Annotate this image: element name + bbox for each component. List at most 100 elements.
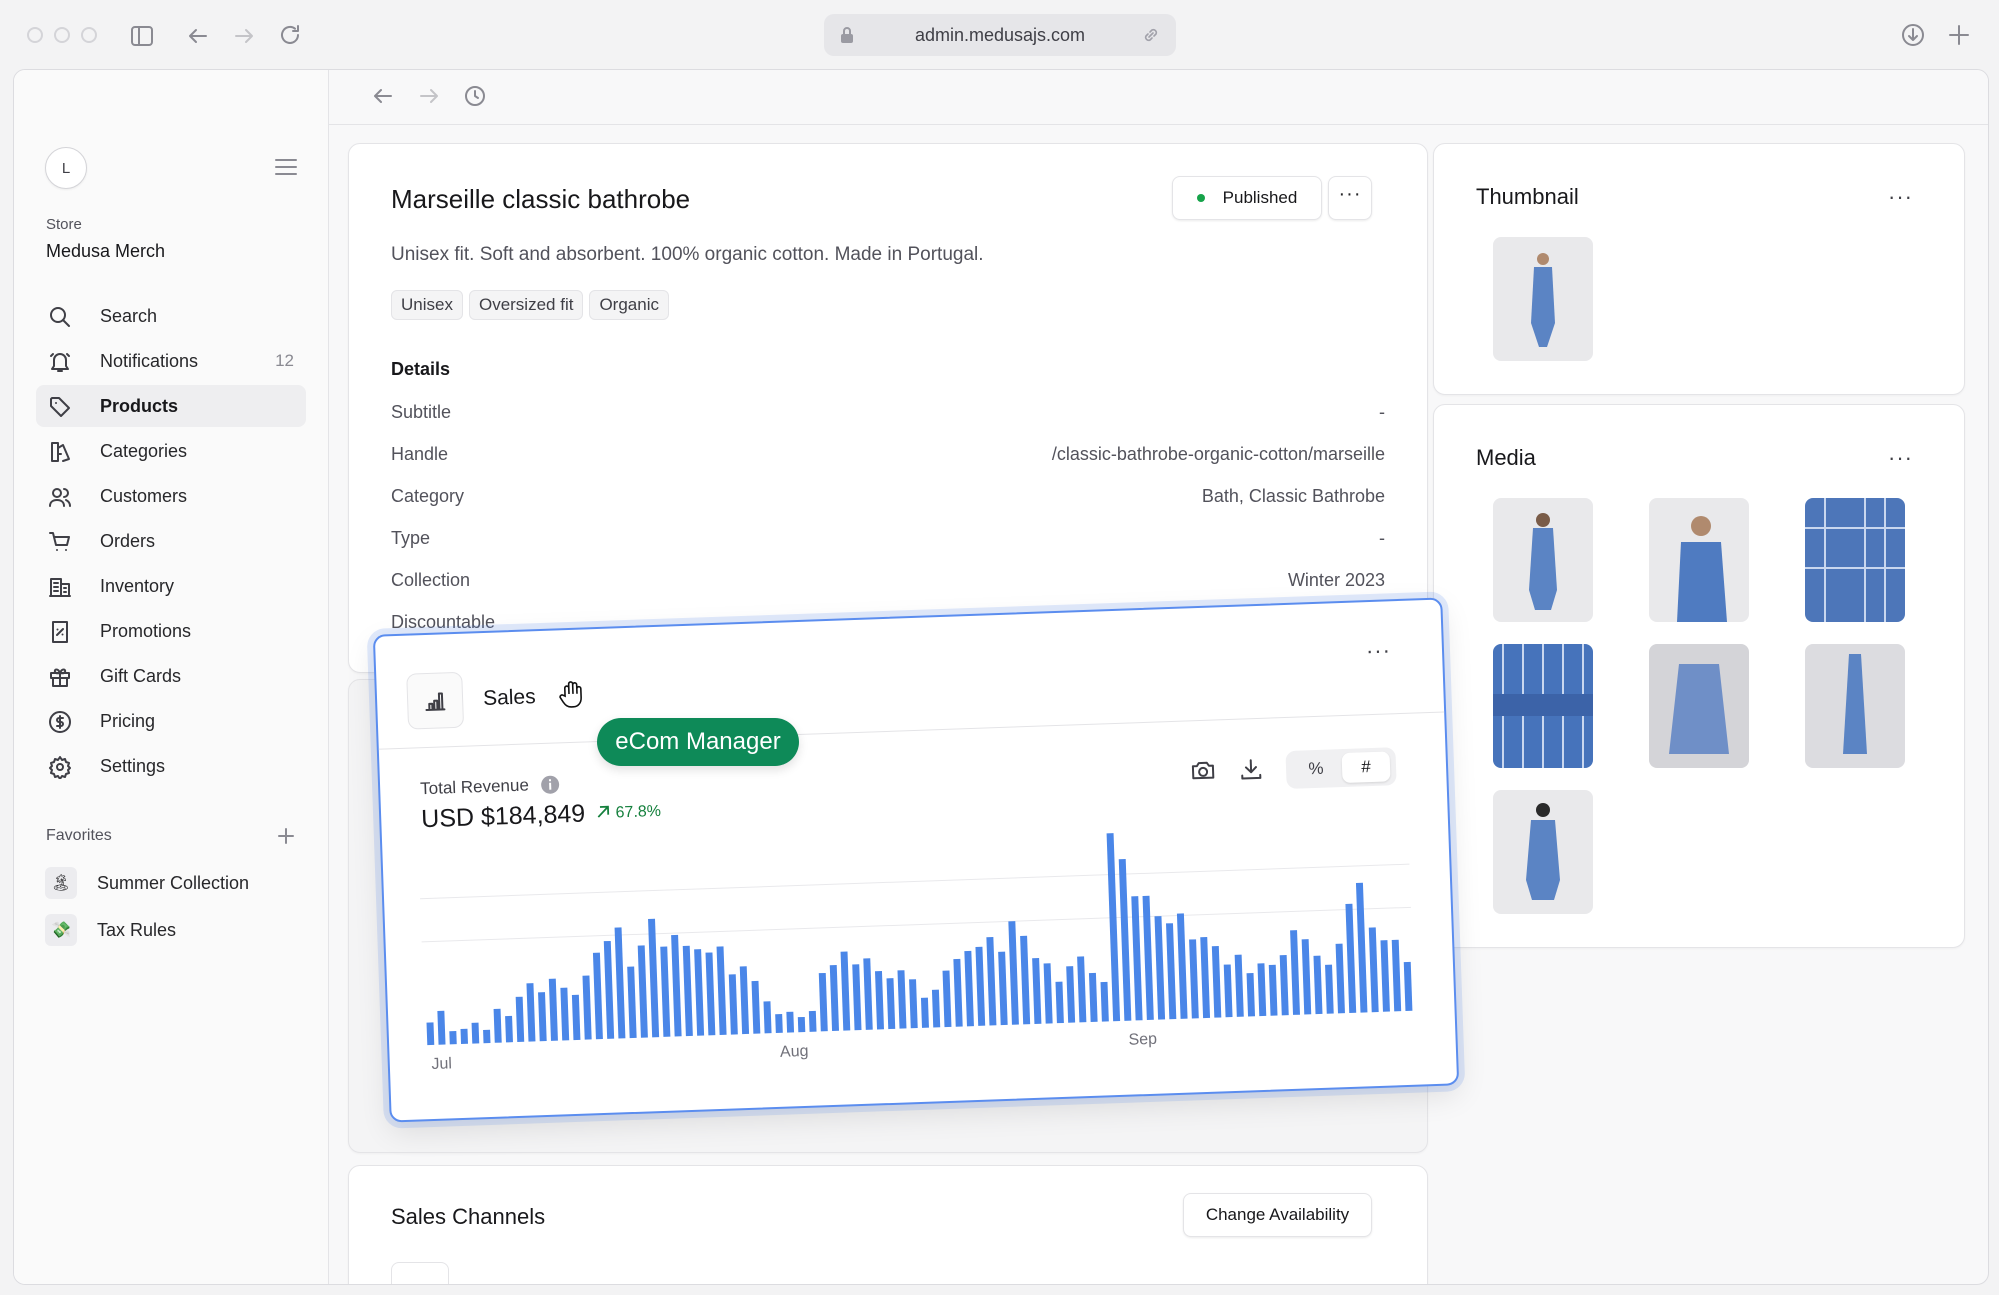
chart-bar[interactable] [671,934,682,1037]
chart-bar[interactable] [1403,961,1413,1012]
chart-bar[interactable] [592,952,603,1040]
tag-chip[interactable]: Oversized fit [468,290,584,320]
sidebar-item-inventory[interactable]: Inventory [36,565,306,607]
reload-icon[interactable] [278,23,302,47]
history-icon[interactable] [463,84,487,108]
chart-bar[interactable] [582,975,592,1040]
more-icon[interactable]: ··· [1888,447,1913,469]
media-image[interactable] [1493,790,1593,914]
chart-bar[interactable] [548,978,558,1041]
chart-bar[interactable] [648,918,660,1038]
chart-bar[interactable] [1223,964,1233,1018]
chart-bar[interactable] [1176,913,1188,1019]
back-arrow-icon[interactable] [371,84,395,108]
window-minimize-button[interactable] [54,27,70,43]
chart-bar[interactable] [1131,896,1143,1021]
chart-bar[interactable] [739,966,750,1035]
chart-bar[interactable] [1106,833,1121,1022]
media-image[interactable] [1493,644,1593,768]
tag-chip[interactable]: Unisex [391,290,463,320]
chart-bar[interactable] [1055,981,1064,1024]
chart-bar[interactable] [483,1029,491,1044]
favorite-summer-collection[interactable]: 🏝 Summer Collection [45,863,305,903]
address-bar[interactable]: admin.medusajs.com [824,14,1176,56]
chart-bar[interactable] [1246,973,1256,1017]
sidebar-item-notifications[interactable]: Notifications 12 [36,340,306,382]
chart-bar[interactable] [705,952,716,1036]
media-image[interactable] [1649,644,1749,768]
chart-bar[interactable] [1211,946,1222,1018]
link-icon[interactable] [1142,26,1160,44]
chart-bar[interactable] [515,996,525,1043]
chart-bar[interactable] [920,997,929,1028]
chart-bar[interactable] [840,951,851,1031]
window-zoom-button[interactable] [81,27,97,43]
chart-bar[interactable] [694,949,705,1036]
chart-bar[interactable] [637,945,648,1038]
chart-bar[interactable] [1325,964,1334,1014]
back-arrow-icon[interactable] [186,24,210,48]
chart-bar[interactable] [931,989,941,1028]
chart-bar[interactable] [1279,954,1289,1016]
chart-bar[interactable] [1077,956,1087,1023]
chart-bar[interactable] [460,1028,468,1044]
chart-bar[interactable] [505,1015,513,1043]
chart-bar[interactable] [1066,966,1076,1023]
sidebar-item-gift-cards[interactable]: Gift Cards [36,655,306,697]
forward-arrow-icon[interactable] [417,84,441,108]
chart-bar[interactable] [571,994,581,1041]
chart-bar[interactable] [797,1016,806,1033]
chart-bar[interactable] [829,965,840,1032]
chart-bar[interactable] [728,974,738,1035]
chart-bar[interactable] [1154,916,1166,1020]
sales-widget[interactable]: Sales ··· Total Revenue USD $184,849 67.… [372,597,1460,1123]
sidebar-item-promotions[interactable]: Promotions [36,610,306,652]
favorite-tax-rules[interactable]: 💸 Tax Rules [45,910,305,950]
status-badge[interactable]: Published [1172,176,1322,220]
chart-bar[interactable] [852,964,862,1031]
tag-chip[interactable]: Organic [589,290,669,320]
chart-bar[interactable] [1008,921,1019,1025]
chart-bar[interactable] [1345,903,1357,1013]
chart-bar[interactable] [1032,957,1042,1024]
chart-bar[interactable] [449,1030,457,1045]
chart-bar[interactable] [975,946,986,1026]
chart-bar[interactable] [1088,972,1098,1023]
chart-bar[interactable] [1268,964,1278,1016]
toggle-number[interactable]: # [1341,751,1391,784]
thumbnail-image[interactable] [1493,237,1593,361]
chart-bar[interactable] [986,936,997,1026]
product-actions-button[interactable]: ··· [1328,176,1372,220]
chart-bar[interactable] [1290,930,1300,1015]
chart-bar[interactable] [897,970,907,1029]
chart-bar[interactable] [886,978,896,1030]
chart-bar[interactable] [1142,895,1154,1021]
chart-bar[interactable] [942,970,952,1028]
chart-bar[interactable] [998,951,1008,1026]
media-image[interactable] [1805,498,1905,622]
media-image[interactable] [1493,498,1593,622]
chart-bar[interactable] [660,946,671,1037]
sidebar-item-customers[interactable]: Customers [36,475,306,517]
chart-bar[interactable] [1335,943,1345,1014]
chart-bar[interactable] [818,972,828,1032]
download-icon[interactable] [1900,22,1926,48]
new-tab-icon[interactable] [1946,22,1972,48]
chart-bar[interactable] [716,946,727,1035]
download-icon[interactable] [1238,756,1265,783]
chart-bar[interactable] [1391,939,1402,1012]
chart-bar[interactable] [1301,939,1312,1015]
chart-bar[interactable] [808,1010,817,1032]
chart-bar[interactable] [526,983,536,1042]
sidebar-item-settings[interactable]: Settings [36,745,306,787]
toggle-percent[interactable]: % [1292,753,1341,785]
chart-bar[interactable] [1118,859,1132,1021]
sidebar-item-products[interactable]: Products [36,385,306,427]
chart-bar[interactable] [751,980,761,1034]
chart-bar[interactable] [874,970,884,1030]
chart-bar[interactable] [775,1013,783,1033]
sidebar-toggle-icon[interactable] [130,24,154,48]
chart-bar[interactable] [953,958,963,1027]
chart-bar[interactable] [1020,935,1031,1025]
avatar[interactable]: L [45,147,87,189]
